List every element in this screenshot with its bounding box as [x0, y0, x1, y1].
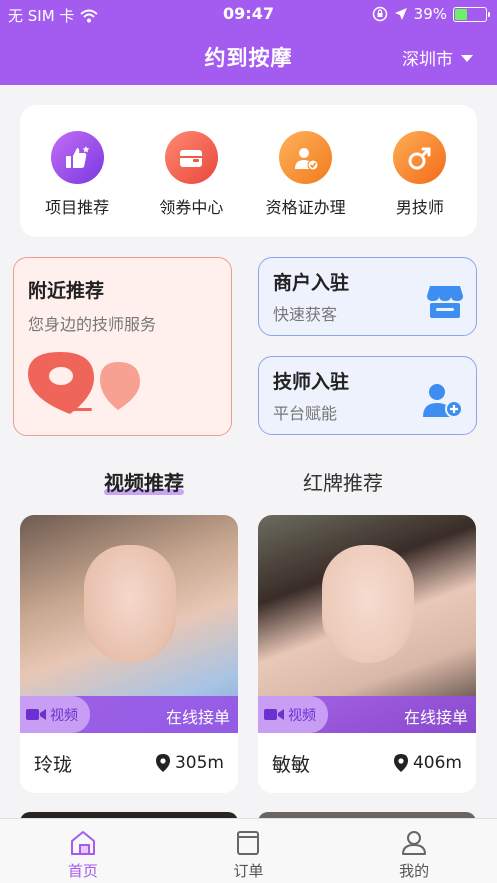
chevron-down-icon [461, 55, 473, 62]
nearby-subtitle: 您身边的技师服务 [28, 315, 157, 334]
video-card[interactable]: 视频 在线接单 玲珑 305m [20, 515, 238, 793]
video-tag-label: 视频 [50, 707, 78, 724]
video-tag: 视频 [20, 696, 90, 733]
quick-item-male-technician[interactable]: 男技师 [365, 131, 475, 237]
battery-percent: 39% [413, 5, 447, 23]
male-icon [393, 131, 447, 184]
technician-name: 敏敏 [272, 753, 311, 776]
quick-item-project-recommend[interactable]: 项目推荐 [22, 131, 132, 237]
tab-video-recommend[interactable]: 视频推荐 [104, 467, 184, 496]
bottom-nav: 首页 订单 我的 [0, 818, 497, 883]
nav-label: 首页 [67, 862, 98, 880]
nav-label: 订单 [233, 862, 264, 880]
video-status-bar: 视频 在线接单 [258, 696, 476, 733]
online-status: 在线接单 [403, 708, 468, 727]
location-pin-icon [393, 754, 408, 772]
video-tag-label: 视频 [288, 707, 316, 724]
quick-item-label: 领券中心 [159, 198, 224, 217]
add-user-icon [423, 384, 463, 418]
technician-name: 玲珑 [34, 753, 73, 776]
certificate-icon [279, 131, 333, 184]
nearby-title: 附近推荐 [28, 280, 105, 302]
nav-home[interactable]: 首页 [23, 819, 143, 883]
battery-icon [453, 6, 490, 22]
distance-label: 406m [412, 753, 462, 773]
quick-item-coupon-center[interactable]: 领券中心 [136, 131, 246, 237]
video-camera-icon [26, 709, 46, 720]
location-pin-icon [155, 754, 170, 772]
status-bar: 无 SIM 卡 09:47 39% [0, 0, 497, 28]
status-right: 39% [372, 5, 490, 23]
video-status-bar: 视频 在线接单 [20, 696, 238, 733]
order-icon [237, 831, 260, 855]
quick-item-label: 项目推荐 [45, 198, 110, 217]
nearby-recommend-card[interactable]: 附近推荐 您身边的技师服务 [13, 257, 232, 436]
rotation-lock-icon [372, 6, 387, 22]
home-icon [70, 831, 95, 855]
profile-icon [402, 831, 427, 855]
tab-label: 视频推荐 [104, 471, 184, 495]
nav-orders[interactable]: 订单 [188, 819, 308, 883]
technician-join-card[interactable]: 技师入驻 平台赋能 [258, 356, 477, 435]
quick-item-label: 资格证办理 [265, 198, 346, 217]
location-pins-icon [28, 352, 140, 414]
city-label: 深圳市 [402, 50, 453, 70]
video-tag: 视频 [258, 696, 328, 733]
nav-label: 我的 [399, 862, 430, 880]
distance: 305m [155, 753, 224, 773]
wallet-icon [164, 131, 218, 184]
quick-item-label: 男技师 [395, 198, 444, 217]
nav-profile[interactable]: 我的 [354, 819, 474, 883]
video-info: 敏敏 406m [258, 733, 476, 793]
app-header: 无 SIM 卡 09:47 39% 约到按摩 深圳市 [0, 0, 497, 85]
merchant-join-card[interactable]: 商户入驻 快速获客 [258, 257, 477, 336]
online-status: 在线接单 [165, 708, 230, 727]
thumbs-up-icon [50, 131, 104, 184]
distance-label: 305m [174, 753, 224, 773]
video-card[interactable]: 视频 在线接单 敏敏 406m [258, 515, 476, 793]
video-camera-icon [264, 709, 284, 720]
video-info: 玲珑 305m [20, 733, 238, 793]
quick-menu: 项目推荐 领券中心 资格证办理 男技师 [20, 105, 477, 237]
tab-red-card-recommend[interactable]: 红牌推荐 [303, 467, 383, 496]
quick-item-certificate[interactable]: 资格证办理 [251, 131, 361, 237]
city-selector[interactable]: 深圳市 [402, 45, 473, 70]
distance: 406m [393, 753, 462, 773]
location-arrow-icon [394, 8, 407, 20]
store-icon [427, 286, 463, 318]
tab-label: 红牌推荐 [303, 471, 383, 495]
